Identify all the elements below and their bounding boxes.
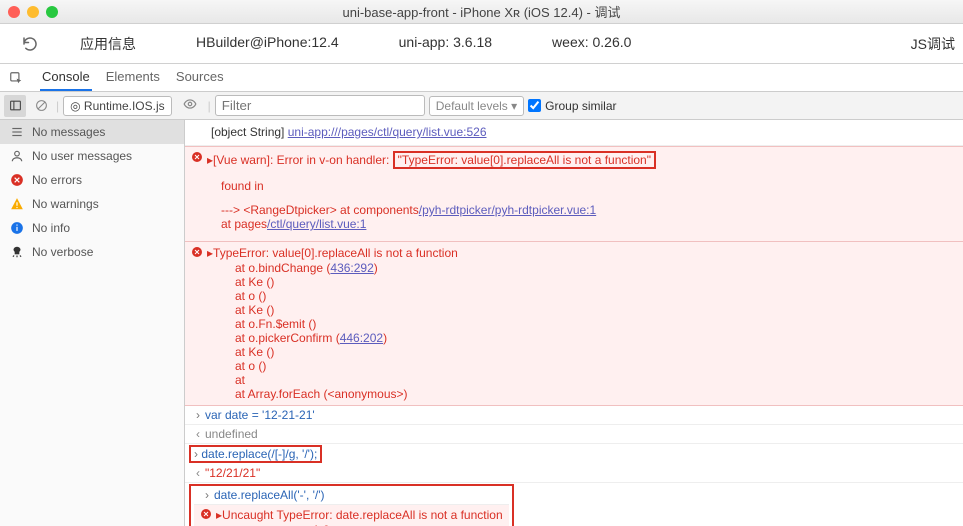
sidebar-item-info[interactable]: No info [0, 216, 184, 240]
prompt-icon: › [200, 488, 214, 502]
sidebar-toggle-icon[interactable] [4, 95, 26, 117]
tab-elements[interactable]: Elements [104, 64, 162, 91]
sidebar-label: No errors [32, 173, 82, 187]
close-icon[interactable] [8, 6, 20, 18]
weex-label: weex: 0.26.0 [552, 34, 631, 54]
source-link[interactable]: 436:292 [330, 261, 373, 275]
sidebar-item-verbose[interactable]: No verbose [0, 240, 184, 264]
sidebar-item-errors[interactable]: No errors [0, 168, 184, 192]
sidebar-item-messages[interactable]: No messages [0, 120, 184, 144]
devtools-tabstrip: Console Elements Sources [0, 64, 963, 92]
app-info-label[interactable]: 应用信息 [80, 34, 136, 54]
error-icon [200, 508, 212, 523]
reload-button[interactable] [0, 35, 60, 53]
source-link[interactable]: /pyh-rdtpicker/pyh-rdtpicker.vue:1 [419, 203, 596, 217]
log-levels-select[interactable]: Default levels ▾ [429, 96, 524, 116]
app-toolbar: 应用信息 HBuilder@iPhone:12.4 uni-app: 3.6.1… [0, 24, 963, 64]
sidebar-label: No messages [32, 125, 105, 139]
prompt-icon: › [191, 408, 205, 422]
titlebar: uni-base-app-front - iPhone Xʀ (iOS 12.4… [0, 0, 963, 24]
traffic-lights [8, 6, 58, 18]
console-output[interactable]: [object String] uni-app:///pages/ctl/que… [185, 120, 963, 526]
console-output-line: ‹ undefined [185, 425, 963, 444]
console-input-line: › var date = '12-21-21' [185, 406, 963, 425]
tab-sources[interactable]: Sources [174, 64, 226, 91]
console-filterbar: | ◎ Runtime.IOS.js | Default levels ▾ Gr… [0, 92, 963, 120]
console-input-line: › date.replace(/[-]/g, '/'); [189, 445, 322, 463]
inspect-icon[interactable] [4, 66, 28, 90]
live-expr-icon[interactable] [176, 94, 204, 117]
console-sidebar: No messages No user messages No errors N… [0, 120, 185, 526]
sidebar-label: No warnings [32, 197, 99, 211]
highlighted-block: › date.replaceAll('-', '/') ▸Uncaught Ty… [189, 484, 514, 526]
source-link[interactable]: 446:202 [340, 331, 383, 345]
prompt-icon: › [194, 447, 198, 461]
source-link[interactable]: /ctl/query/list.vue:1 [267, 217, 366, 231]
error-icon [191, 246, 203, 261]
window-title: uni-base-app-front - iPhone Xʀ (iOS 12.4… [0, 2, 963, 21]
minimize-icon[interactable] [27, 6, 39, 18]
hbuilder-label: HBuilder@iPhone:12.4 [196, 34, 339, 54]
context-selector[interactable]: ◎ Runtime.IOS.js [63, 96, 172, 116]
zoom-icon[interactable] [46, 6, 58, 18]
return-icon: ‹ [191, 466, 205, 480]
sidebar-label: No user messages [32, 149, 132, 163]
error-icon [191, 151, 203, 166]
group-similar-label: Group similar [545, 99, 616, 113]
sidebar-label: No verbose [32, 245, 93, 259]
log-line-error: ▸[Vue warn]: Error in v-on handler: "Typ… [185, 146, 963, 242]
source-link[interactable]: uni-app:///pages/ctl/query/list.vue:526 [288, 125, 487, 139]
log-line: [object String] uni-app:///pages/ctl/que… [185, 120, 963, 146]
uniapp-label: uni-app: 3.6.18 [399, 34, 492, 54]
console-output-line: ‹ "12/21/21" [185, 464, 963, 483]
filter-input[interactable] [215, 95, 425, 116]
sidebar-label: No info [32, 221, 70, 235]
group-similar-input[interactable] [528, 99, 541, 112]
tab-console[interactable]: Console [40, 64, 92, 91]
group-similar-checkbox[interactable]: Group similar [528, 99, 616, 113]
clear-console-icon[interactable] [30, 95, 52, 117]
sidebar-item-warnings[interactable]: No warnings [0, 192, 184, 216]
log-line-error: ▸TypeError: value[0].replaceAll is not a… [185, 242, 963, 406]
jsdebug-label[interactable]: JS调试 [911, 34, 963, 54]
sidebar-item-user[interactable]: No user messages [0, 144, 184, 168]
return-icon: ‹ [191, 427, 205, 441]
